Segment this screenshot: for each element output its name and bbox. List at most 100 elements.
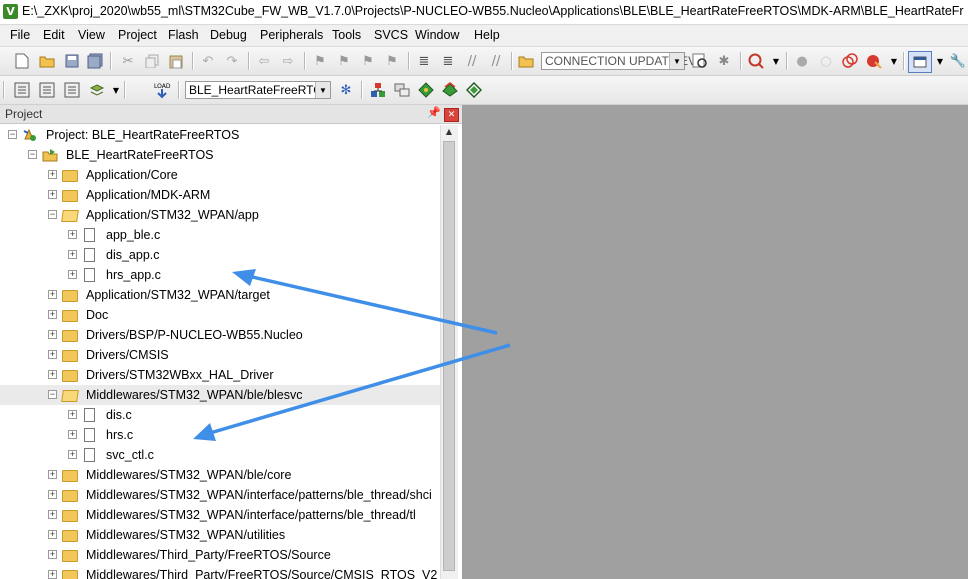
target-options-icon[interactable]: ✻: [336, 80, 356, 100]
breakpoint-insert-icon[interactable]: ●: [792, 51, 812, 71]
new-file-icon[interactable]: [12, 51, 32, 71]
debug-session-icon[interactable]: [746, 51, 766, 71]
tree-file-node[interactable]: + svc_ctl.c: [0, 445, 440, 465]
collapse-icon[interactable]: −: [48, 390, 57, 399]
tree-folder-node[interactable]: + Drivers/BSP/P-NUCLEO-WB55.Nucleo: [0, 325, 440, 345]
collapse-icon[interactable]: −: [8, 130, 17, 139]
collapse-icon[interactable]: −: [48, 210, 57, 219]
tree-file-node[interactable]: + hrs.c: [0, 425, 440, 445]
save-icon[interactable]: [62, 51, 82, 71]
find-combo[interactable]: CONNECTION UPDATE EV ▼: [541, 52, 696, 70]
chevron-down-icon[interactable]: ▼: [766, 51, 786, 71]
expand-icon[interactable]: +: [48, 550, 57, 559]
pack-installer-icon[interactable]: [416, 80, 436, 100]
download-load-icon[interactable]: LOAD: [152, 80, 172, 100]
tree-file-node[interactable]: + dis_app.c: [0, 245, 440, 265]
tree-folder-node[interactable]: + Drivers/CMSIS: [0, 345, 440, 365]
menu-help[interactable]: Help: [474, 28, 500, 42]
menu-edit[interactable]: Edit: [43, 28, 65, 42]
tree-folder-node[interactable]: + Middlewares/STM32_WPAN/interface/patter…: [0, 505, 440, 525]
tree-folder-node[interactable]: + Doc: [0, 305, 440, 325]
unindent-icon[interactable]: ≣: [438, 51, 458, 71]
expand-icon[interactable]: +: [68, 250, 77, 259]
tree-folder-node[interactable]: + Application/MDK-ARM: [0, 185, 440, 205]
tree-target-node[interactable]: − BLE_HeartRateFreeRTOS: [0, 145, 440, 165]
menu-peripherals[interactable]: Peripherals: [260, 28, 323, 42]
tree-folder-node[interactable]: + Middlewares/Third_Party/FreeRTOS/Source…: [0, 565, 440, 579]
comment-icon[interactable]: //: [462, 51, 482, 71]
expand-icon[interactable]: +: [68, 270, 77, 279]
menu-flash[interactable]: Flash: [168, 28, 199, 42]
menu-debug[interactable]: Debug: [210, 28, 247, 42]
collapse-icon[interactable]: −: [28, 150, 37, 159]
file-extensions-icon[interactable]: [368, 80, 388, 100]
configure-icon[interactable]: 🔧: [948, 51, 968, 71]
expand-icon[interactable]: +: [68, 430, 77, 439]
menu-file[interactable]: File: [10, 28, 30, 42]
expand-icon[interactable]: +: [48, 470, 57, 479]
tree-file-node[interactable]: + hrs_app.c: [0, 265, 440, 285]
chevron-down-icon[interactable]: ▼: [884, 51, 904, 71]
breakpoint-enable-icon[interactable]: ○: [816, 51, 836, 71]
find-in-files-icon[interactable]: [516, 51, 536, 71]
scroll-up-icon[interactable]: ▲: [443, 127, 455, 139]
expand-icon[interactable]: +: [48, 310, 57, 319]
nav-back-icon[interactable]: ⇦: [254, 51, 274, 71]
uncomment-icon[interactable]: //: [486, 51, 506, 71]
copy-icon[interactable]: [142, 51, 162, 71]
rebuild-icon[interactable]: [62, 80, 82, 100]
incremental-find-icon[interactable]: ✱: [714, 51, 734, 71]
expand-icon[interactable]: +: [48, 190, 57, 199]
translate-icon[interactable]: [12, 80, 32, 100]
menu-project[interactable]: Project: [118, 28, 157, 42]
tree-folder-node[interactable]: + Drivers/STM32WBxx_HAL_Driver: [0, 365, 440, 385]
cut-icon[interactable]: ✂: [118, 51, 138, 71]
open-folder-icon[interactable]: [37, 51, 57, 71]
tree-folder-node[interactable]: + Application/STM32_WPAN/target: [0, 285, 440, 305]
bookmark-prev-icon[interactable]: ⚑: [334, 51, 354, 71]
expand-icon[interactable]: +: [48, 170, 57, 179]
menu-window[interactable]: Window: [415, 28, 459, 42]
tree-folder-node[interactable]: + Middlewares/STM32_WPAN/ble/core: [0, 465, 440, 485]
tree-folder-node[interactable]: + Middlewares/STM32_WPAN/interface/patter…: [0, 485, 440, 505]
expand-icon[interactable]: +: [48, 370, 57, 379]
menu-view[interactable]: View: [78, 28, 105, 42]
expand-icon[interactable]: +: [68, 410, 77, 419]
tree-file-node[interactable]: + app_ble.c: [0, 225, 440, 245]
expand-icon[interactable]: +: [48, 530, 57, 539]
target-select[interactable]: BLE_HeartRateFreeRTOS ▼: [185, 81, 331, 99]
window-layout-icon[interactable]: [908, 51, 932, 73]
tree-folder-node[interactable]: + Application/Core: [0, 165, 440, 185]
pin-icon[interactable]: 📌: [427, 106, 441, 119]
tree-folder-node[interactable]: + Middlewares/STM32_WPAN/utilities: [0, 525, 440, 545]
expand-icon[interactable]: +: [48, 510, 57, 519]
breakpoint-kill-all-icon[interactable]: [864, 51, 884, 71]
bookmark-next-icon[interactable]: ⚑: [358, 51, 378, 71]
save-all-icon[interactable]: [85, 51, 105, 71]
build-icon[interactable]: [37, 80, 57, 100]
close-icon[interactable]: ✕: [444, 108, 459, 122]
tree-project-node[interactable]: − Project: BLE_HeartRateFreeRTOS: [0, 125, 440, 145]
expand-icon[interactable]: +: [48, 330, 57, 339]
vertical-scrollbar[interactable]: ▲: [440, 125, 458, 579]
paste-icon[interactable]: [166, 51, 186, 71]
redo-icon[interactable]: ↷: [222, 51, 242, 71]
select-packs-icon[interactable]: [440, 80, 460, 100]
bookmark-icon[interactable]: ⚑: [310, 51, 330, 71]
menu-tools[interactable]: Tools: [332, 28, 361, 42]
expand-icon[interactable]: +: [48, 490, 57, 499]
expand-icon[interactable]: +: [48, 290, 57, 299]
tree-folder-node[interactable]: + Middlewares/Third_Party/FreeRTOS/Source: [0, 545, 440, 565]
find-icon[interactable]: [690, 51, 710, 71]
tree-folder-node[interactable]: − Application/STM32_WPAN/app: [0, 205, 440, 225]
chevron-down-icon[interactable]: ▼: [315, 82, 330, 98]
manage-components-icon[interactable]: [392, 80, 412, 100]
chevron-down-icon[interactable]: ▼: [669, 53, 684, 69]
expand-icon[interactable]: +: [68, 230, 77, 239]
bookmark-clear-icon[interactable]: ⚑: [382, 51, 402, 71]
expand-icon[interactable]: +: [68, 450, 77, 459]
run-time-environment-icon[interactable]: [464, 80, 484, 100]
tree-folder-node[interactable]: − Middlewares/STM32_WPAN/ble/blesvc: [0, 385, 440, 405]
batch-build-icon[interactable]: [87, 80, 107, 100]
chevron-down-icon[interactable]: ▼: [930, 51, 950, 71]
